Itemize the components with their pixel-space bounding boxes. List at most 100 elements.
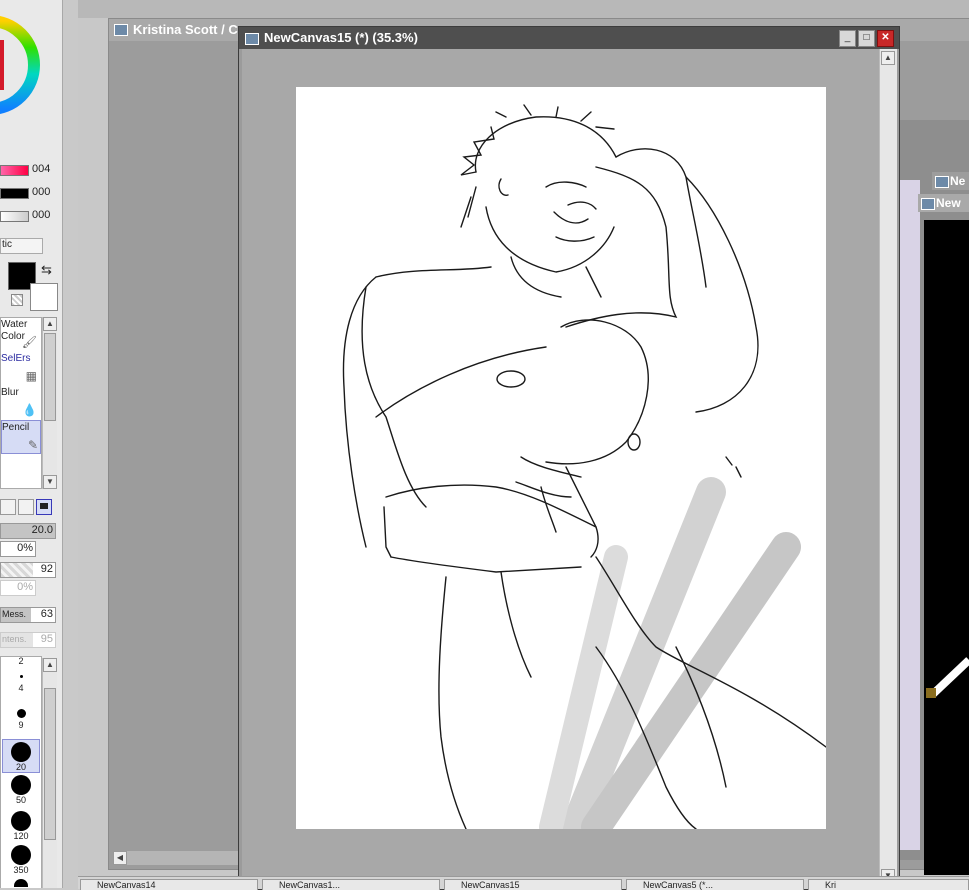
tool-list-scrollbar[interactable]: ▲ ▼ xyxy=(42,317,57,489)
window-icon xyxy=(245,33,259,45)
window-taskbar: NewCanvas14 NewCanvas1... NewCanvas15 Ne… xyxy=(78,876,969,890)
min-density-value: 0% xyxy=(17,581,33,593)
brush-dot-icon xyxy=(14,879,28,887)
canvas-viewport[interactable] xyxy=(242,49,879,885)
active-canvas-window[interactable]: NewCanvas15 (*) (35.3%) _ □ ✕ ▲ xyxy=(238,26,900,890)
task-tab-label: NewCanvas1... xyxy=(279,880,341,890)
background-window-title: Kristina Scott / C xyxy=(133,22,238,37)
drop-icon: 💧 xyxy=(22,403,37,417)
active-window-title: NewCanvas15 (*) (35.3%) xyxy=(264,30,418,45)
mix-label: Mess. xyxy=(2,609,27,619)
density-value: 92 xyxy=(40,563,53,575)
brush-size-label: 2 xyxy=(18,656,24,666)
brush-size-field[interactable]: 20.0 xyxy=(0,523,56,539)
brush-size-item[interactable]: 9 xyxy=(1,709,41,730)
task-tab-label: NewCanvas14 xyxy=(97,880,156,890)
red-slider[interactable] xyxy=(0,165,29,176)
task-tab-label: Kri xyxy=(825,880,836,890)
slider-row-black[interactable]: 000 xyxy=(0,185,60,201)
scroll-thumb[interactable] xyxy=(880,49,897,469)
brush-size-item[interactable]: 4 xyxy=(1,675,41,693)
scroll-up-icon[interactable]: ▲ xyxy=(43,658,57,672)
brush-size-item[interactable]: 350 xyxy=(1,845,41,875)
task-tab[interactable]: NewCanvas15 xyxy=(444,879,622,890)
mdi-top-band xyxy=(78,0,969,18)
min-size-value: 0% xyxy=(17,542,33,554)
minimize-button[interactable]: _ xyxy=(839,30,856,47)
gray-slider[interactable] xyxy=(0,211,29,222)
background-window-hscroll[interactable]: ◀ xyxy=(113,851,243,865)
brush-dot-icon xyxy=(11,845,31,865)
tool-item-blur[interactable]: Blur 💧 xyxy=(1,386,39,418)
brush-size-label: 350 xyxy=(13,865,29,875)
brush-dot-icon xyxy=(19,675,23,678)
tool-item-watercolor[interactable]: Water Color 🖌 xyxy=(1,318,39,350)
black-canvas-view[interactable] xyxy=(924,220,969,875)
canvas-vertical-scrollbar[interactable]: ▲ ▼ xyxy=(879,49,897,885)
tool-label: Pencil xyxy=(2,422,30,433)
color-wheel[interactable] xyxy=(0,0,42,145)
task-tab[interactable]: NewCanvas1... xyxy=(262,879,440,890)
dark-slider[interactable] xyxy=(0,188,29,199)
task-tab[interactable]: Kri xyxy=(808,879,969,890)
blend-mode-select[interactable]: tic xyxy=(0,238,43,254)
shape-square-icon[interactable] xyxy=(36,499,52,515)
right-window-titlebar-2[interactable]: New xyxy=(918,194,969,212)
brush-size-item-selected[interactable]: 20 xyxy=(2,739,40,773)
slider-row-red[interactable]: 004 xyxy=(0,162,60,178)
brush-icon: 🖌 xyxy=(21,335,37,349)
brush-dot-icon xyxy=(11,742,31,762)
brush-dot-icon xyxy=(16,709,26,718)
background-color-swatch[interactable] xyxy=(30,283,58,311)
scroll-up-icon[interactable]: ▲ xyxy=(43,317,57,331)
tool-item-pencil[interactable]: Pencil ✎ xyxy=(1,420,41,454)
brush-size-label: 120 xyxy=(13,831,29,841)
active-window-titlebar[interactable]: NewCanvas15 (*) (35.3%) _ □ ✕ xyxy=(239,27,899,49)
tool-item-selers[interactable]: SelErs ▦ xyxy=(1,352,39,384)
right-window-titlebar-1[interactable]: Ne xyxy=(932,172,969,190)
intensity-value: 95 xyxy=(40,633,53,645)
sketch-artwork xyxy=(342,104,827,842)
brush-size-value: 20.0 xyxy=(31,524,53,536)
right-window-title-1: Ne xyxy=(950,174,966,188)
brush-dot-icon xyxy=(11,811,31,831)
scroll-down-icon[interactable]: ▼ xyxy=(43,475,57,489)
shape-trapezoid2-icon[interactable] xyxy=(18,499,34,515)
min-density-field[interactable]: 0% xyxy=(0,580,36,596)
brush-size-item[interactable]: 50 xyxy=(1,775,41,805)
intensity-field[interactable]: ntens. 95 xyxy=(0,632,56,648)
slider-row-gray[interactable]: 000 xyxy=(0,208,60,224)
brush-size-item[interactable]: 120 xyxy=(1,811,41,841)
red-value: 004 xyxy=(32,163,51,175)
dark-value: 000 xyxy=(32,186,51,198)
brush-dot-icon xyxy=(11,775,31,795)
min-size-field[interactable]: 0% xyxy=(0,541,36,557)
close-button[interactable]: ✕ xyxy=(877,30,894,47)
window-icon xyxy=(935,176,949,188)
mix-value: 63 xyxy=(40,608,53,620)
task-tab[interactable]: NewCanvas14 xyxy=(80,879,258,890)
density-field[interactable]: 92 xyxy=(0,562,56,578)
shape-trapezoid-icon[interactable] xyxy=(0,499,16,515)
transparent-color-icon[interactable] xyxy=(11,294,23,306)
brush-size-item[interactable]: 2 xyxy=(1,656,41,666)
scroll-thumb[interactable] xyxy=(44,333,56,421)
gray-value: 000 xyxy=(32,209,51,221)
swap-colors-icon[interactable]: ⇆ xyxy=(41,262,52,278)
drawing-canvas[interactable] xyxy=(296,87,827,842)
window-icon xyxy=(921,198,935,210)
eraser-icon: ▦ xyxy=(25,369,37,383)
scroll-left-icon[interactable]: ◀ xyxy=(113,851,127,865)
tool-panel: 004 000 000 tic ⇆ Water Color 🖌 SelErs ▦… xyxy=(0,0,63,888)
tool-label: SelErs xyxy=(1,353,31,364)
scroll-up-icon[interactable]: ▲ xyxy=(881,51,895,65)
brush-size-label: 50 xyxy=(15,795,26,805)
window-icon xyxy=(114,24,128,36)
brush-size-item[interactable] xyxy=(1,879,41,887)
brush-list-scrollbar[interactable]: ▲ xyxy=(42,658,57,888)
mix-field[interactable]: Mess. 63 xyxy=(0,607,56,623)
maximize-button[interactable]: □ xyxy=(858,30,875,47)
tool-list: Water Color 🖌 SelErs ▦ Blur 💧 Pencil ✎ xyxy=(0,317,42,489)
scroll-thumb[interactable] xyxy=(44,688,56,840)
task-tab[interactable]: NewCanvas5 (*... xyxy=(626,879,804,890)
